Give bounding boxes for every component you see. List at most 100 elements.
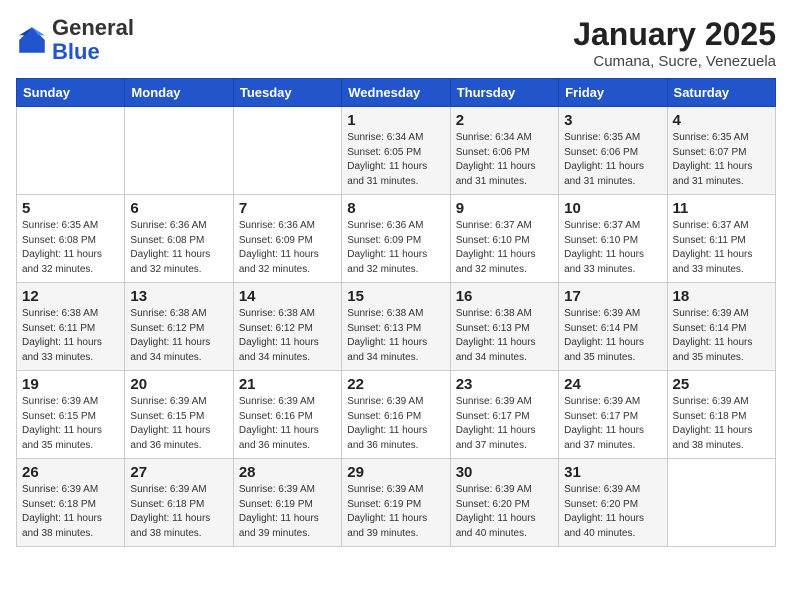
- cell-info: Sunrise: 6:39 AMSunset: 6:18 PMDaylight:…: [22, 484, 102, 539]
- cell-info: Sunrise: 6:39 AMSunset: 6:14 PMDaylight:…: [673, 308, 753, 363]
- cell-info: Sunrise: 6:38 AMSunset: 6:13 PMDaylight:…: [347, 308, 427, 363]
- day-number: 3: [564, 112, 661, 129]
- calendar-cell: 3 Sunrise: 6:35 AMSunset: 6:06 PMDaylight…: [559, 107, 667, 195]
- cell-info: Sunrise: 6:39 AMSunset: 6:15 PMDaylight:…: [22, 396, 102, 451]
- calendar-cell: 11 Sunrise: 6:37 AMSunset: 6:11 PMDayligh…: [667, 195, 775, 283]
- cell-info: Sunrise: 6:36 AMSunset: 6:09 PMDaylight:…: [239, 220, 319, 275]
- calendar-cell: 16 Sunrise: 6:38 AMSunset: 6:13 PMDayligh…: [450, 283, 558, 371]
- cell-info: Sunrise: 6:34 AMSunset: 6:06 PMDaylight:…: [456, 132, 536, 187]
- day-number: 17: [564, 288, 661, 305]
- calendar-cell: 28 Sunrise: 6:39 AMSunset: 6:19 PMDayligh…: [233, 459, 341, 547]
- day-number: 18: [673, 288, 770, 305]
- cell-info: Sunrise: 6:35 AMSunset: 6:06 PMDaylight:…: [564, 132, 644, 187]
- calendar-cell: [233, 107, 341, 195]
- header-day-tuesday: Tuesday: [233, 79, 341, 107]
- day-number: 19: [22, 376, 119, 393]
- cell-info: Sunrise: 6:39 AMSunset: 6:20 PMDaylight:…: [456, 484, 536, 539]
- page-header: General Blue January 2025 Cumana, Sucre,…: [16, 16, 776, 70]
- calendar-cell: 12 Sunrise: 6:38 AMSunset: 6:11 PMDayligh…: [17, 283, 125, 371]
- calendar-body: 1 Sunrise: 6:34 AMSunset: 6:05 PMDaylight…: [17, 107, 776, 547]
- header-day-friday: Friday: [559, 79, 667, 107]
- cell-info: Sunrise: 6:39 AMSunset: 6:16 PMDaylight:…: [347, 396, 427, 451]
- calendar-cell: 19 Sunrise: 6:39 AMSunset: 6:15 PMDayligh…: [17, 371, 125, 459]
- day-number: 31: [564, 464, 661, 481]
- calendar-cell: 6Sunrise: 6:36 AMSunset: 6:08 PMDaylight…: [125, 195, 233, 283]
- logo-icon: [16, 24, 48, 56]
- cell-info: Sunrise: 6:39 AMSunset: 6:19 PMDaylight:…: [347, 484, 427, 539]
- day-number: 10: [564, 200, 661, 217]
- day-number: 25: [673, 376, 770, 393]
- logo: General Blue: [16, 16, 134, 64]
- day-number: 27: [130, 464, 227, 481]
- day-number: 12: [22, 288, 119, 305]
- calendar-week-1: 1 Sunrise: 6:34 AMSunset: 6:05 PMDaylight…: [17, 107, 776, 195]
- calendar-cell: 27Sunrise: 6:39 AMSunset: 6:18 PMDayligh…: [125, 459, 233, 547]
- day-number: 4: [673, 112, 770, 129]
- day-number: 30: [456, 464, 553, 481]
- calendar-cell: 26 Sunrise: 6:39 AMSunset: 6:18 PMDayligh…: [17, 459, 125, 547]
- cell-info: Sunrise: 6:39 AMSunset: 6:14 PMDaylight:…: [564, 308, 644, 363]
- cell-info: Sunrise: 6:36 AMSunset: 6:08 PMDaylight:…: [130, 220, 210, 275]
- cell-info: Sunrise: 6:39 AMSunset: 6:20 PMDaylight:…: [564, 484, 644, 539]
- day-number: 11: [673, 200, 770, 217]
- day-number: 20: [130, 376, 227, 393]
- day-number: 14: [239, 288, 336, 305]
- day-number: 15: [347, 288, 444, 305]
- cell-info: Sunrise: 6:39 AMSunset: 6:17 PMDaylight:…: [456, 396, 536, 451]
- calendar-week-4: 19 Sunrise: 6:39 AMSunset: 6:15 PMDayligh…: [17, 371, 776, 459]
- day-number: 8: [347, 200, 444, 217]
- day-number: 26: [22, 464, 119, 481]
- cell-info: Sunrise: 6:38 AMSunset: 6:11 PMDaylight:…: [22, 308, 102, 363]
- calendar-cell: 13 Sunrise: 6:38 AMSunset: 6:12 PMDayligh…: [125, 283, 233, 371]
- calendar-cell: 22Sunrise: 6:39 AMSunset: 6:16 PMDayligh…: [342, 371, 450, 459]
- day-number: 23: [456, 376, 553, 393]
- header-day-wednesday: Wednesday: [342, 79, 450, 107]
- day-number: 1: [347, 112, 444, 129]
- day-number: 28: [239, 464, 336, 481]
- cell-info: Sunrise: 6:37 AMSunset: 6:10 PMDaylight:…: [456, 220, 536, 275]
- calendar-cell: 5Sunrise: 6:35 AMSunset: 6:08 PMDaylight…: [17, 195, 125, 283]
- calendar-cell: 8Sunrise: 6:36 AMSunset: 6:09 PMDaylight…: [342, 195, 450, 283]
- day-number: 7: [239, 200, 336, 217]
- cell-info: Sunrise: 6:38 AMSunset: 6:12 PMDaylight:…: [130, 308, 210, 363]
- header-day-thursday: Thursday: [450, 79, 558, 107]
- header-day-sunday: Sunday: [17, 79, 125, 107]
- calendar-cell: [17, 107, 125, 195]
- day-number: 24: [564, 376, 661, 393]
- cell-info: Sunrise: 6:34 AMSunset: 6:05 PMDaylight:…: [347, 132, 427, 187]
- calendar-cell: 25 Sunrise: 6:39 AMSunset: 6:18 PMDayligh…: [667, 371, 775, 459]
- cell-info: Sunrise: 6:39 AMSunset: 6:16 PMDaylight:…: [239, 396, 319, 451]
- day-number: 13: [130, 288, 227, 305]
- header-day-monday: Monday: [125, 79, 233, 107]
- calendar-cell: 2Sunrise: 6:34 AMSunset: 6:06 PMDaylight…: [450, 107, 558, 195]
- calendar-cell: 17 Sunrise: 6:39 AMSunset: 6:14 PMDayligh…: [559, 283, 667, 371]
- cell-info: Sunrise: 6:39 AMSunset: 6:18 PMDaylight:…: [673, 396, 753, 451]
- cell-info: Sunrise: 6:37 AMSunset: 6:11 PMDaylight:…: [673, 220, 753, 275]
- logo-text-blue: Blue: [52, 39, 100, 64]
- day-number: 29: [347, 464, 444, 481]
- calendar-cell: [667, 459, 775, 547]
- day-number: 9: [456, 200, 553, 217]
- calendar-cell: [125, 107, 233, 195]
- calendar-cell: 7 Sunrise: 6:36 AMSunset: 6:09 PMDaylight…: [233, 195, 341, 283]
- cell-info: Sunrise: 6:35 AMSunset: 6:07 PMDaylight:…: [673, 132, 753, 187]
- day-number: 21: [239, 376, 336, 393]
- cell-info: Sunrise: 6:35 AMSunset: 6:08 PMDaylight:…: [22, 220, 102, 275]
- calendar-cell: 30 Sunrise: 6:39 AMSunset: 6:20 PMDayligh…: [450, 459, 558, 547]
- calendar-header: SundayMondayTuesdayWednesdayThursdayFrid…: [17, 79, 776, 107]
- calendar-cell: 10Sunrise: 6:37 AMSunset: 6:10 PMDayligh…: [559, 195, 667, 283]
- cell-info: Sunrise: 6:38 AMSunset: 6:13 PMDaylight:…: [456, 308, 536, 363]
- calendar-week-3: 12 Sunrise: 6:38 AMSunset: 6:11 PMDayligh…: [17, 283, 776, 371]
- calendar-cell: 23 Sunrise: 6:39 AMSunset: 6:17 PMDayligh…: [450, 371, 558, 459]
- day-number: 16: [456, 288, 553, 305]
- calendar-cell: 29 Sunrise: 6:39 AMSunset: 6:19 PMDayligh…: [342, 459, 450, 547]
- calendar-cell: 14 Sunrise: 6:38 AMSunset: 6:12 PMDayligh…: [233, 283, 341, 371]
- cell-info: Sunrise: 6:38 AMSunset: 6:12 PMDaylight:…: [239, 308, 319, 363]
- cell-info: Sunrise: 6:39 AMSunset: 6:19 PMDaylight:…: [239, 484, 319, 539]
- calendar-cell: 4 Sunrise: 6:35 AMSunset: 6:07 PMDaylight…: [667, 107, 775, 195]
- calendar-cell: 24Sunrise: 6:39 AMSunset: 6:17 PMDayligh…: [559, 371, 667, 459]
- header-day-saturday: Saturday: [667, 79, 775, 107]
- title-block: January 2025 Cumana, Sucre, Venezuela: [573, 16, 776, 70]
- month-title: January 2025: [573, 16, 776, 53]
- calendar-cell: 21 Sunrise: 6:39 AMSunset: 6:16 PMDayligh…: [233, 371, 341, 459]
